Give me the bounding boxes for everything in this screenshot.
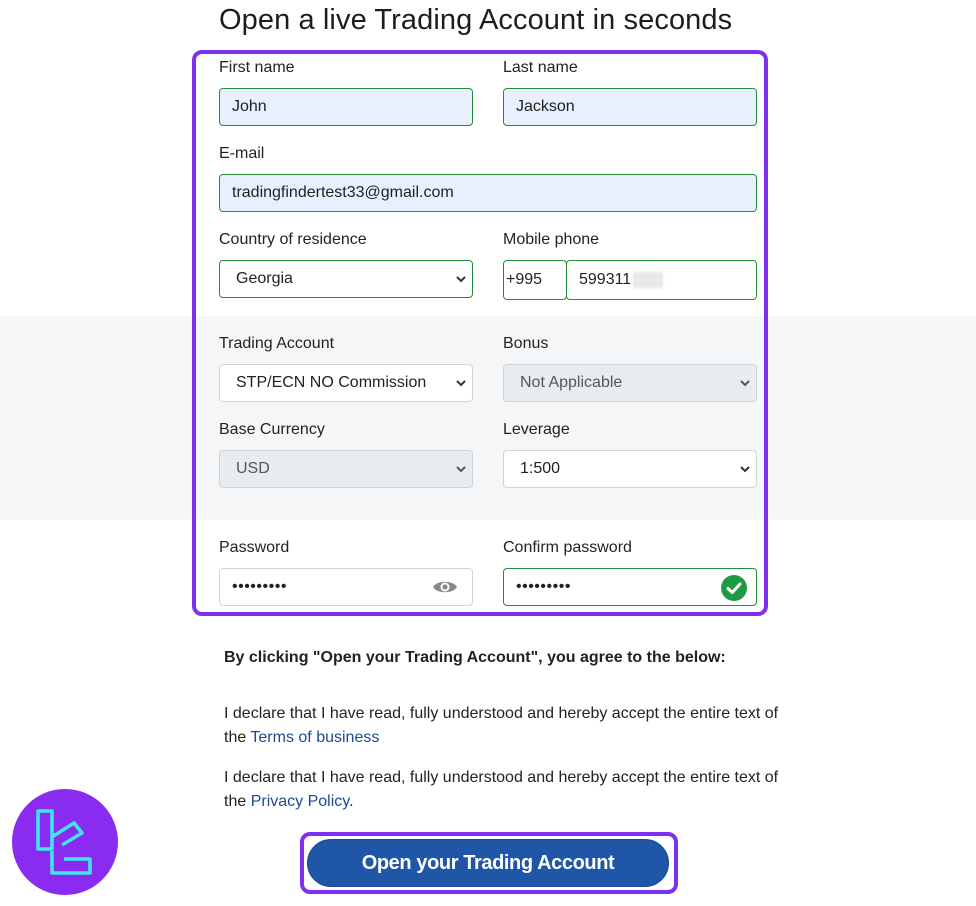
- last-name-input[interactable]: Jackson: [503, 88, 757, 126]
- open-account-button[interactable]: Open your Trading Account: [307, 839, 669, 887]
- confirm-password-value: •••••••••: [516, 578, 571, 595]
- declaration-terms: I declare that I have read, fully unders…: [224, 702, 784, 750]
- country-select[interactable]: Georgia: [219, 260, 473, 298]
- country-selected-value: Georgia: [236, 270, 293, 287]
- last-name-label: Last name: [503, 59, 578, 76]
- chevron-down-icon: [456, 465, 466, 473]
- declaration-privacy: I declare that I have read, fully unders…: [224, 766, 784, 814]
- email-label: E-mail: [219, 145, 265, 162]
- privacy-policy-link[interactable]: Privacy Policy: [251, 793, 349, 810]
- bonus-select: Not Applicable: [503, 364, 757, 402]
- base-currency-select: USD: [219, 450, 473, 488]
- eye-icon[interactable]: [432, 578, 458, 601]
- first-name-label: First name: [219, 59, 295, 76]
- base-currency-label: Base Currency: [219, 421, 325, 438]
- redacted-digits: [633, 272, 664, 288]
- email-input[interactable]: tradingfindertest33@gmail.com: [219, 174, 757, 212]
- chevron-down-icon: [456, 275, 466, 283]
- form-highlight-frame: [192, 50, 768, 616]
- chevron-down-icon: [740, 379, 750, 387]
- chevron-down-icon: [456, 379, 466, 387]
- agreement-heading: By clicking "Open your Trading Account",…: [224, 649, 726, 666]
- confirm-password-input[interactable]: •••••••••: [503, 568, 757, 606]
- check-circle-icon: [720, 574, 748, 607]
- tradingfinder-logo-icon: [36, 809, 92, 875]
- chevron-down-icon: [740, 465, 750, 473]
- phone-number-value: 599311: [579, 271, 632, 288]
- phone-code-input[interactable]: +995: [503, 260, 567, 300]
- base-currency-selected-value: USD: [236, 460, 270, 477]
- terms-of-business-link[interactable]: Terms of business: [250, 729, 379, 746]
- leverage-selected-value: 1:500: [520, 460, 561, 477]
- confirm-password-label: Confirm password: [503, 539, 632, 556]
- trading-account-select[interactable]: STP/ECN NO Commission: [219, 364, 473, 402]
- mobile-label: Mobile phone: [503, 231, 600, 248]
- page-title: Open a live Trading Account in seconds: [219, 4, 733, 36]
- bonus-label: Bonus: [503, 335, 549, 352]
- password-value: •••••••••: [232, 578, 287, 595]
- password-label: Password: [219, 539, 290, 556]
- country-label: Country of residence: [219, 231, 367, 248]
- brand-logo: [12, 789, 118, 895]
- leverage-select[interactable]: 1:500: [503, 450, 757, 488]
- password-input[interactable]: •••••••••: [219, 568, 473, 606]
- phone-number-input[interactable]: 599311: [566, 260, 757, 300]
- leverage-label: Leverage: [503, 421, 570, 438]
- trading-account-label: Trading Account: [219, 335, 335, 352]
- first-name-input[interactable]: John: [219, 88, 473, 126]
- trading-account-selected-value: STP/ECN NO Commission: [236, 374, 427, 391]
- declaration-privacy-suffix: .: [349, 793, 354, 810]
- bonus-selected-value: Not Applicable: [520, 374, 623, 391]
